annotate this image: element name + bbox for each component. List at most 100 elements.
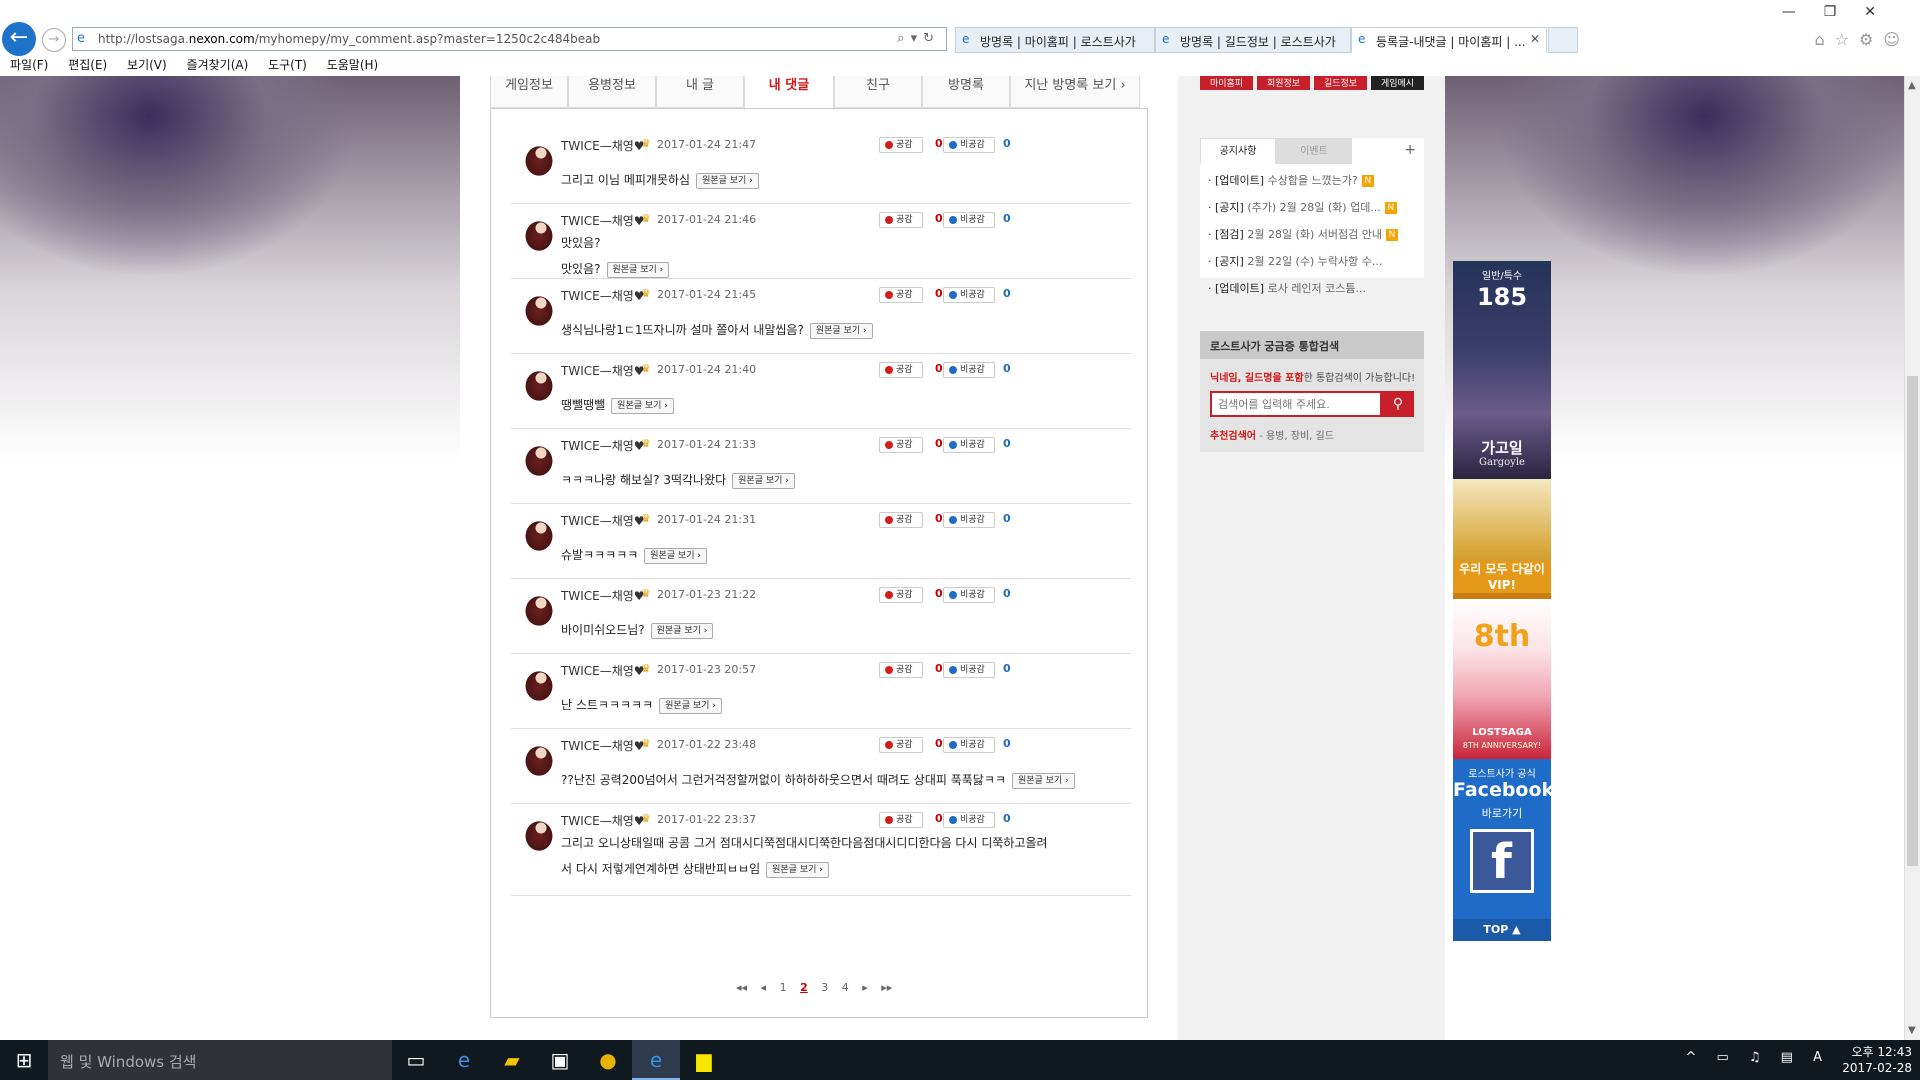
tab-notices[interactable]: 공지사항: [1200, 138, 1276, 164]
avatar[interactable]: [519, 364, 559, 406]
like-button[interactable]: 공감: [879, 362, 923, 378]
first-page-button[interactable]: ◂◂: [736, 981, 747, 994]
view-original-button[interactable]: 원본글 보기 ›: [644, 547, 708, 564]
vertical-scrollbar[interactable]: ▲ ▼: [1904, 76, 1920, 1040]
internet-explorer-icon[interactable]: e: [632, 1040, 680, 1080]
menu-file[interactable]: 파일(F): [10, 56, 48, 73]
myhomepy-button[interactable]: 마이홈피: [1200, 76, 1253, 90]
commenter-name[interactable]: TWICE—채영♥: [561, 137, 645, 154]
menu-edit[interactable]: 편집(E): [68, 56, 107, 73]
avatar[interactable]: [519, 139, 559, 181]
file-explorer-icon[interactable]: ▰: [488, 1040, 536, 1080]
tab-events[interactable]: 이벤트: [1276, 138, 1352, 164]
search-input[interactable]: [1210, 391, 1382, 417]
avatar[interactable]: [519, 289, 559, 331]
facebook-banner[interactable]: 로스트사가 공식 Facebook 바로가기 f: [1453, 759, 1551, 919]
page-link-1[interactable]: 1: [780, 981, 787, 994]
browser-tab-1[interactable]: e 방명록 | 마이홈피 | 로스트사가: [955, 27, 1155, 53]
more-notices-icon[interactable]: +: [1404, 142, 1416, 158]
like-button[interactable]: 공감: [879, 662, 923, 678]
like-button[interactable]: 공감: [879, 287, 923, 303]
view-original-button[interactable]: 원본글 보기 ›: [732, 472, 795, 489]
last-page-button[interactable]: ▸▸: [881, 981, 892, 994]
taskbar-search[interactable]: 웹 및 Windows 검색: [48, 1040, 392, 1080]
tab-mercenary-info[interactable]: 용병정보: [568, 76, 656, 108]
view-original-button[interactable]: 원본글 보기 ›: [606, 261, 670, 278]
edge-icon[interactable]: e: [440, 1040, 488, 1080]
gargoyle-banner[interactable]: 일반/특수 185 가고일 Gargoyle: [1453, 261, 1551, 479]
menu-favorites[interactable]: 즐겨찾기(A): [187, 56, 249, 73]
dislike-button[interactable]: 비공감: [943, 362, 995, 378]
avatar[interactable]: [519, 664, 559, 706]
like-button[interactable]: 공감: [879, 437, 923, 453]
notice-item[interactable]: · [업데이트] 로사 레인저 코스튬...: [1208, 280, 1366, 296]
kakaotalk-icon[interactable]: ▆: [680, 1040, 728, 1080]
vip-banner[interactable]: 우리 모두 다같이 VIP!: [1453, 479, 1551, 599]
avatar[interactable]: [519, 739, 559, 781]
scroll-down-icon[interactable]: ▼: [1908, 1025, 1916, 1036]
browser-tab-3[interactable]: e 등록글-내댓글 | 마이홈피 | ... ✕: [1351, 27, 1547, 53]
avatar[interactable]: [519, 814, 559, 856]
address-bar[interactable]: e http://lostsaga.nexon.com/myhomepy/my_…: [72, 27, 947, 51]
new-tab-button[interactable]: [1548, 27, 1578, 53]
dislike-button[interactable]: 비공감: [943, 287, 995, 303]
browser-tab-2[interactable]: e 방명록 | 길드정보 | 로스트사가: [1155, 27, 1351, 53]
page-link-2-current[interactable]: 2: [800, 981, 808, 994]
chrome-icon[interactable]: ●: [584, 1040, 632, 1080]
view-original-button[interactable]: 원본글 보기 ›: [650, 622, 714, 639]
notice-item[interactable]: · [공지] (추가) 2월 28일 (화) 업데... N: [1208, 199, 1397, 215]
dislike-button[interactable]: 비공감: [943, 662, 995, 678]
tab-guestbook[interactable]: 방명록: [922, 76, 1010, 108]
dislike-button[interactable]: 비공감: [943, 137, 995, 153]
notice-item[interactable]: · [업데이트] 수상함을 느꼈는가? N: [1208, 172, 1374, 188]
like-button[interactable]: 공감: [879, 737, 923, 753]
menu-view[interactable]: 보기(V): [127, 56, 167, 73]
tab-my-posts[interactable]: 내 글: [656, 76, 744, 108]
commenter-name[interactable]: TWICE—채영♥: [561, 512, 645, 529]
anniversary-banner[interactable]: 8th LOSTSAGA 8TH ANNIVERSARY!: [1453, 599, 1551, 759]
tab-friends[interactable]: 친구: [834, 76, 922, 108]
scroll-up-icon[interactable]: ▲: [1908, 80, 1916, 91]
page-link-4[interactable]: 4: [842, 981, 849, 994]
notice-item[interactable]: · [공지] 2월 22일 (수) 누락사항 수...: [1208, 253, 1382, 269]
game-message-button[interactable]: 게임메시: [1371, 76, 1424, 90]
avatar[interactable]: [519, 214, 559, 256]
avatar[interactable]: [519, 439, 559, 481]
view-original-button[interactable]: 원본글 보기 ›: [696, 172, 759, 189]
avatar[interactable]: [519, 514, 559, 556]
notice-item[interactable]: · [점검] 2월 28일 (화) 서버점검 안내 N: [1208, 226, 1398, 242]
clock[interactable]: 오후 12:43 2017-02-28: [1842, 1044, 1912, 1076]
view-original-button[interactable]: 원본글 보기 ›: [809, 322, 873, 339]
view-original-button[interactable]: 원본글 보기 ›: [766, 861, 829, 878]
member-info-button[interactable]: 회원정보: [1257, 76, 1310, 90]
commenter-name[interactable]: TWICE—채영♥: [561, 587, 645, 604]
tab-game-info[interactable]: 게임정보: [490, 76, 568, 108]
like-button[interactable]: 공감: [879, 212, 923, 228]
dislike-button[interactable]: 비공감: [943, 437, 995, 453]
commenter-name[interactable]: TWICE—채영♥: [561, 362, 645, 379]
search-icon[interactable]: ⚲: [1382, 391, 1414, 417]
ie-toolbar-icons[interactable]: ⌂☆⚙☺: [1814, 30, 1910, 49]
like-button[interactable]: 공감: [879, 812, 923, 828]
tab-my-comments[interactable]: 내 댓글: [744, 76, 834, 110]
view-original-button[interactable]: 원본글 보기 ›: [1011, 772, 1075, 789]
tab-past-guestbook[interactable]: 지난 방명록 보기 ›: [1010, 76, 1140, 108]
top-button[interactable]: TOP ▲: [1453, 919, 1551, 941]
dislike-button[interactable]: 비공감: [943, 587, 995, 603]
windows-start-icon[interactable]: ⊞: [0, 1040, 48, 1080]
window-controls[interactable]: —❐✕: [1782, 4, 1904, 20]
store-icon[interactable]: ▣: [536, 1040, 584, 1080]
like-button[interactable]: 공감: [879, 512, 923, 528]
page-link-3[interactable]: 3: [821, 981, 828, 994]
view-original-button[interactable]: 원본글 보기 ›: [659, 697, 722, 714]
prev-page-button[interactable]: ◂: [761, 981, 767, 994]
menu-help[interactable]: 도움말(H): [327, 56, 379, 73]
next-page-button[interactable]: ▸: [862, 981, 868, 994]
menu-tools[interactable]: 도구(T): [268, 56, 307, 73]
commenter-name[interactable]: TWICE—채영♥: [561, 812, 645, 829]
close-tab-icon[interactable]: ✕: [1530, 32, 1540, 46]
commenter-name[interactable]: TWICE—채영♥: [561, 212, 645, 229]
commenter-name[interactable]: TWICE—채영♥: [561, 437, 645, 454]
commenter-name[interactable]: TWICE—채영♥: [561, 662, 645, 679]
dislike-button[interactable]: 비공감: [943, 737, 995, 753]
